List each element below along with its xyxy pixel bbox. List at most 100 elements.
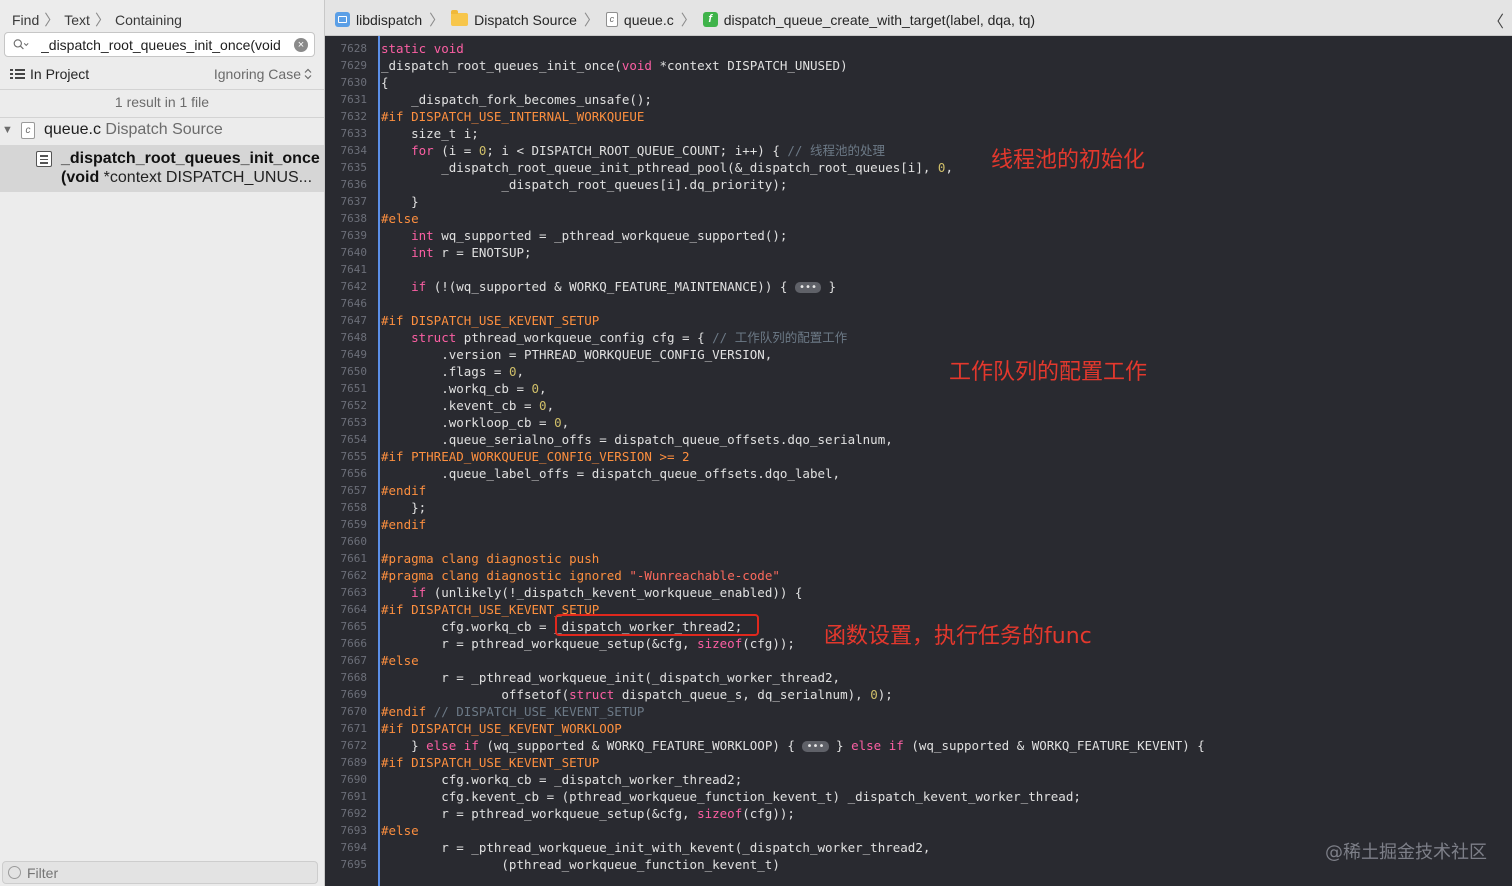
code-text: if (!(wq_supported & WORKQ_FEATURE_MAINT…	[411, 279, 837, 294]
case-sensitivity-popup[interactable]: Ignoring Case	[214, 66, 312, 82]
filter-field[interactable]	[2, 861, 318, 884]
jump-bar-file[interactable]: queue.c	[624, 12, 674, 28]
code-line[interactable]: 7691 cfg.kevent_cb = (pthread_workqueue_…	[325, 788, 1512, 805]
code-text: _dispatch_fork_becomes_unsafe();	[381, 92, 652, 107]
function-icon: f	[702, 12, 718, 27]
result-context-rest: *context DISPATCH_UNUS...	[99, 169, 313, 186]
code-line[interactable]: 7647 #if DISPATCH_USE_KEVENT_SETUP	[325, 312, 1512, 329]
disclosure-triangle-icon[interactable]: ▼	[2, 124, 13, 136]
line-number: 7657	[340, 484, 368, 497]
find-mode-path[interactable]: Find 〉 Text 〉 Containing	[12, 9, 182, 30]
code-line[interactable]: 7630 {	[325, 74, 1512, 91]
line-number: 7649	[340, 348, 368, 361]
code-line[interactable]: 7671 #if DISPATCH_USE_KEVENT_WORKLOOP	[325, 720, 1512, 737]
code-line[interactable]: 7668 r = _pthread_workqueue_init(_dispat…	[325, 669, 1512, 686]
filter-input[interactable]	[27, 864, 307, 881]
code-line[interactable]: 7653 .workloop_cb = 0,	[325, 414, 1512, 431]
search-scope-button[interactable]: In Project	[30, 66, 89, 82]
code-line[interactable]: 7693 #else	[325, 822, 1512, 839]
find-mode-containing[interactable]: Containing	[115, 12, 182, 28]
code-line[interactable]: 7669 offsetof(struct dispatch_queue_s, d…	[325, 686, 1512, 703]
line-number: 7692	[340, 807, 368, 820]
search-icon[interactable]	[13, 37, 29, 53]
find-mode-text[interactable]: Text	[64, 12, 90, 28]
chevron-right-icon: 〉	[680, 12, 696, 29]
code-text: #if DISPATCH_USE_KEVENT_SETUP	[381, 313, 600, 328]
code-line[interactable]: 7633 size_t i;	[325, 125, 1512, 142]
code-text: #pragma clang diagnostic ignored "-Wunre…	[381, 568, 780, 583]
code-line[interactable]: 7641	[325, 261, 1512, 278]
line-number: 7640	[340, 246, 368, 259]
jump-bar-group[interactable]: Dispatch Source	[474, 12, 577, 28]
code-line[interactable]: 7636 _dispatch_root_queues[i].dq_priorit…	[325, 176, 1512, 193]
code-line[interactable]: 7628 static void	[325, 40, 1512, 57]
jump-bar-project[interactable]: libdispatch	[356, 12, 422, 28]
line-number: 7654	[340, 433, 368, 446]
code-line[interactable]: 7642 if (!(wq_supported & WORKQ_FEATURE_…	[325, 278, 1512, 295]
chevron-right-icon: 〉	[44, 12, 60, 29]
filter-icon	[8, 866, 21, 879]
code-line[interactable]: 7637 }	[325, 193, 1512, 210]
source-editor[interactable]: 7628 static void 7629 _dispatch_root_queues…	[325, 36, 1512, 886]
code-line[interactable]: 7659 #endif	[325, 516, 1512, 533]
code-line[interactable]: 7692 r = pthread_workqueue_setup(&cfg, s…	[325, 805, 1512, 822]
code-line[interactable]: 7667 #else	[325, 652, 1512, 669]
line-number: 7646	[340, 297, 368, 310]
line-number: 7666	[340, 637, 368, 650]
code-line[interactable]: 7660	[325, 533, 1512, 550]
code-line[interactable]: 7655 #if PTHREAD_WORKQUEUE_CONFIG_VERSION…	[325, 448, 1512, 465]
code-line[interactable]: 7648 struct pthread_workqueue_config cfg…	[325, 329, 1512, 346]
search-input[interactable]	[41, 35, 291, 54]
search-field[interactable]: ×	[4, 32, 315, 57]
code-line[interactable]: 7663 if (unlikely(!_dispatch_kevent_work…	[325, 584, 1512, 601]
annotation-workqueue-config: 工作队列的配置工作	[949, 360, 1148, 385]
divider	[0, 89, 324, 90]
folder-icon	[451, 10, 469, 26]
chevron-left-icon[interactable]: 〈	[1488, 8, 1504, 32]
search-result-item[interactable]: _dispatch_root_queues_init_once (void *c…	[0, 145, 324, 192]
find-mode-find[interactable]: Find	[12, 12, 39, 28]
line-number: 7663	[340, 586, 368, 599]
code-line[interactable]: 7664 #if DISPATCH_USE_KEVENT_SETUP	[325, 601, 1512, 618]
code-text: size_t i;	[381, 126, 479, 141]
code-line[interactable]: 7646	[325, 295, 1512, 312]
code-text: struct pthread_workqueue_config cfg = { …	[411, 330, 848, 345]
code-line[interactable]: 7652 .kevent_cb = 0,	[325, 397, 1512, 414]
code-line[interactable]: 7657 #endif	[325, 482, 1512, 499]
code-line[interactable]: 7632 #if DISPATCH_USE_INTERNAL_WORKQUEUE	[325, 108, 1512, 125]
code-line[interactable]: 7635 _dispatch_root_queue_init_pthread_p…	[325, 159, 1512, 176]
code-line[interactable]: 7690 cfg.workq_cb = _dispatch_worker_thr…	[325, 771, 1512, 788]
line-number: 7628	[340, 42, 368, 55]
line-number: 7689	[340, 756, 368, 769]
jump-bar-symbol[interactable]: dispatch_queue_create_with_target(label,…	[724, 12, 1035, 28]
code-line[interactable]: 7654 .queue_serialno_offs = dispatch_que…	[325, 431, 1512, 448]
clear-search-icon[interactable]: ×	[294, 38, 308, 52]
code-line[interactable]: 7649 .version = PTHREAD_WORKQUEUE_CONFIG…	[325, 346, 1512, 363]
code-line[interactable]: 7634 for (i = 0; i < DISPATCH_ROOT_QUEUE…	[325, 142, 1512, 159]
code-line[interactable]: 7662 #pragma clang diagnostic ignored "-W…	[325, 567, 1512, 584]
code-line[interactable]: 7629 _dispatch_root_queues_init_once(void…	[325, 57, 1512, 74]
code-line[interactable]: 7631 _dispatch_fork_becomes_unsafe();	[325, 91, 1512, 108]
line-number: 7641	[340, 263, 368, 276]
code-line[interactable]: 7661 #pragma clang diagnostic push	[325, 550, 1512, 567]
code-line[interactable]: 7640 int r = ENOTSUP;	[325, 244, 1512, 261]
code-text: _dispatch_root_queues[i].dq_priority);	[381, 177, 788, 192]
code-line[interactable]: 7672 } else if (wq_supported & WORKQ_FEA…	[325, 737, 1512, 754]
line-number: 7672	[340, 739, 368, 752]
code-line[interactable]: 7650 .flags = 0,	[325, 363, 1512, 380]
code-line[interactable]: 7638 #else	[325, 210, 1512, 227]
code-text: };	[381, 500, 427, 515]
code-line[interactable]: 7658 };	[325, 499, 1512, 516]
line-number: 7642	[340, 280, 368, 293]
code-line[interactable]: 7670 #endif // DISPATCH_USE_KEVENT_SETUP	[325, 703, 1512, 720]
line-number: 7632	[340, 110, 368, 123]
code-line[interactable]: 7639 int wq_supported = _pthread_workque…	[325, 227, 1512, 244]
code-line[interactable]: 7651 .workq_cb = 0,	[325, 380, 1512, 397]
line-number: 7653	[340, 416, 368, 429]
result-file-row[interactable]: ▼ c queue.c Dispatch Source	[0, 118, 324, 144]
code-lines: 7628 static void 7629 _dispatch_root_queues…	[325, 40, 1512, 873]
code-text: cfg.workq_cb = _dispatch_worker_thread2;	[381, 772, 743, 787]
scope-list-icon	[10, 69, 25, 79]
code-line[interactable]: 7656 .queue_label_offs = dispatch_queue_…	[325, 465, 1512, 482]
code-line[interactable]: 7689 #if DISPATCH_USE_KEVENT_SETUP	[325, 754, 1512, 771]
